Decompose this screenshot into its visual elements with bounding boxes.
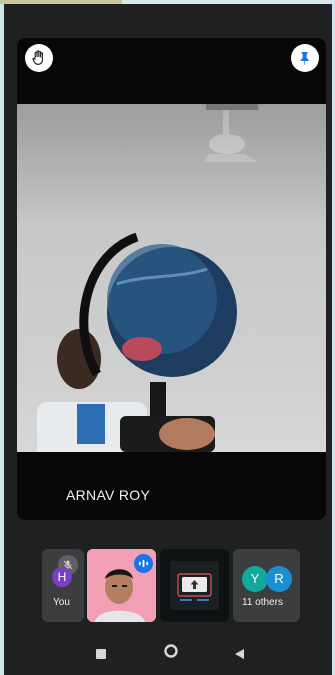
- camera-tile[interactable]: [87, 549, 156, 622]
- present-screen-icon: [170, 561, 219, 610]
- self-avatar: H: [52, 567, 72, 587]
- others-label: 11 others: [242, 597, 283, 608]
- circle-icon: [164, 644, 178, 658]
- triangle-back-icon: [235, 649, 244, 659]
- self-label: You: [53, 597, 70, 608]
- raise-hand-button[interactable]: [25, 44, 53, 72]
- self-tile[interactable]: H You: [42, 549, 84, 622]
- status-accent: [0, 0, 122, 4]
- pin-icon: [300, 52, 309, 65]
- others-avatar-y: Y: [242, 566, 268, 592]
- window-edge-left: [0, 4, 4, 675]
- participant-name: ARNAV ROY: [66, 487, 151, 503]
- back-button[interactable]: [235, 646, 245, 664]
- participant-video: [17, 104, 326, 452]
- video-ceiling: [17, 104, 326, 224]
- speaking-indicator: [134, 554, 153, 573]
- status-strip: [0, 0, 335, 4]
- pin-button[interactable]: [291, 44, 319, 72]
- square-icon: [96, 649, 106, 659]
- home-button[interactable]: [164, 644, 178, 663]
- main-participant-tile[interactable]: ARNAV ROY: [17, 38, 326, 520]
- screen-share-tile[interactable]: [160, 549, 229, 622]
- others-tile[interactable]: Y R 11 others: [233, 549, 300, 622]
- others-avatar-r: R: [266, 566, 292, 592]
- recents-button[interactable]: [96, 646, 106, 664]
- audio-level-icon: [138, 559, 149, 568]
- hand-icon: [32, 50, 44, 65]
